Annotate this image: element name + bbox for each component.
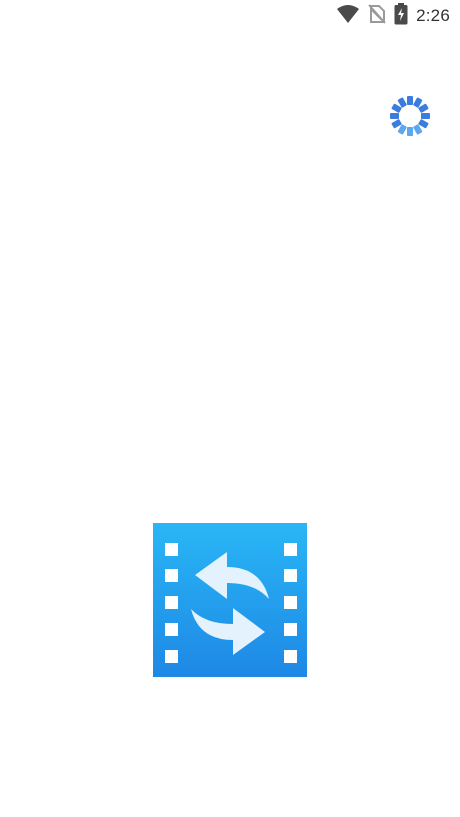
battery-charging-icon xyxy=(394,3,408,29)
no-sim-icon xyxy=(368,4,386,28)
video-converter-logo-icon xyxy=(153,523,307,677)
status-bar: 2:26 xyxy=(0,0,460,32)
status-time: 2:26 xyxy=(416,6,450,25)
loading-spinner-icon xyxy=(388,94,432,138)
status-icons: 2:26 xyxy=(336,3,450,29)
wifi-icon xyxy=(336,4,360,28)
splash-screen: 2:26 xyxy=(0,0,460,817)
